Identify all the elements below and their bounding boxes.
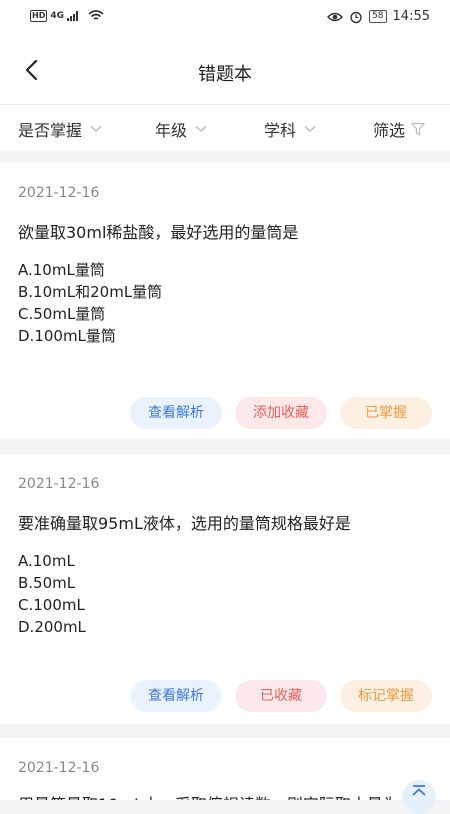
filter-screen[interactable]: 筛选	[373, 117, 426, 141]
page-title: 错题本	[198, 64, 252, 85]
filter-grade[interactable]: 年级	[155, 117, 207, 141]
filter-mastered[interactable]: 是否掌握	[18, 117, 102, 141]
question-card: 2021-12-16 用量筒量取10mL水，采取俯视读数，则实际取水量为	[0, 738, 450, 800]
status-time: 14:55	[392, 9, 430, 24]
option-c: C.50mL量筒	[18, 305, 106, 323]
filter-subject[interactable]: 学科	[264, 117, 316, 141]
alarm-icon	[350, 11, 362, 23]
question-text: 要准确量取95mL液体，选用的量筒规格最好是	[18, 514, 351, 533]
question-date: 2021-12-16	[18, 760, 100, 776]
question-text: 欲量取30ml稀盐酸，最好选用的量筒是	[18, 223, 299, 242]
scroll-to-top-button[interactable]	[402, 780, 436, 814]
wifi-icon	[88, 10, 104, 20]
question-text: 用量筒量取10mL水，采取俯视读数，则实际取水量为	[18, 791, 399, 800]
question-date: 2021-12-16	[18, 185, 100, 201]
option-c: C.100mL	[18, 596, 85, 614]
battery-icon: 58	[369, 10, 387, 23]
filter-bar: 是否掌握 年级 学科 筛选	[0, 105, 450, 151]
view-analysis-button[interactable]: 查看解析	[130, 680, 222, 712]
filter-mastered-label: 是否掌握	[18, 121, 83, 140]
status-right: 58 14:55	[327, 9, 430, 24]
signal-icon	[67, 11, 78, 21]
mark-mastered-button[interactable]: 标记掌握	[340, 680, 432, 712]
arrow-up-icon	[412, 785, 426, 796]
option-a: A.10mL量筒	[18, 261, 105, 279]
question-date: 2021-12-16	[18, 476, 100, 492]
filter-screen-label: 筛选	[373, 121, 406, 140]
eye-icon	[327, 12, 344, 21]
question-options: A.10mL B.50mL C.100mL D.200mL	[18, 550, 86, 638]
chevron-down-icon	[304, 125, 316, 132]
mastered-button[interactable]: 已掌握	[340, 397, 432, 429]
question-card: 2021-12-16 欲量取30ml稀盐酸，最好选用的量筒是 A.10mL量筒 …	[0, 163, 450, 439]
nav-bar: 错题本	[0, 36, 450, 105]
option-d: D.100mL量筒	[18, 327, 116, 345]
option-b: B.50mL	[18, 574, 76, 592]
option-d: D.200mL	[18, 618, 86, 636]
option-a: A.10mL	[18, 552, 75, 570]
network-label: 4G	[50, 11, 64, 21]
question-options: A.10mL量筒 B.10mL和20mL量筒 C.50mL量筒 D.100mL量…	[18, 259, 162, 347]
status-left: HD 4G	[30, 10, 104, 22]
option-b: B.10mL和20mL量筒	[18, 283, 163, 301]
chevron-down-icon	[195, 125, 207, 132]
hd-icon: HD	[30, 10, 48, 22]
question-card: 2021-12-16 要准确量取95mL液体，选用的量筒规格最好是 A.10mL…	[0, 454, 450, 724]
funnel-icon	[411, 122, 426, 136]
filter-subject-label: 学科	[264, 121, 297, 140]
add-favorite-button[interactable]: 添加收藏	[235, 397, 327, 429]
filter-grade-label: 年级	[155, 121, 188, 140]
view-analysis-button[interactable]: 查看解析	[130, 397, 222, 429]
status-bar: HD 4G 58 14:55	[0, 0, 450, 36]
favorited-button[interactable]: 已收藏	[235, 680, 327, 712]
chevron-down-icon	[90, 125, 102, 132]
